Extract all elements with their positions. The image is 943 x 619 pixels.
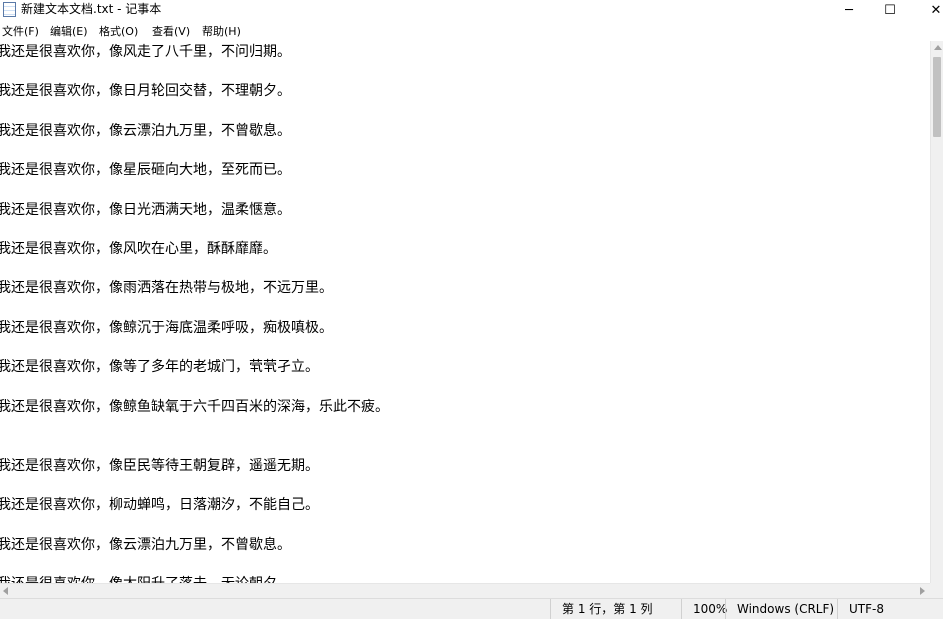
text-line: 我还是很喜欢你，像星辰砸向大地，至死而已。 xyxy=(0,160,291,180)
notepad-icon xyxy=(3,2,16,17)
text-line: 我还是很喜欢你，像雨洒落在热带与极地，不远万里。 xyxy=(0,278,333,298)
text-line: 我还是很喜欢你，像臣民等待王朝复辟，遥遥无期。 xyxy=(0,456,319,476)
minimize-icon: ─ xyxy=(845,3,853,18)
minimize-button[interactable]: ─ xyxy=(826,0,872,20)
scrollbar-corner xyxy=(930,583,943,598)
text-line: 我还是很喜欢你，像云漂泊九万里，不曾歇息。 xyxy=(0,535,291,555)
text-line: 我还是很喜欢你，柳动蝉鸣，日落潮汐，不能自己。 xyxy=(0,495,319,515)
menu-view[interactable]: 查看(V) xyxy=(151,25,191,39)
text-line: 我还是很喜欢你，像日月轮回交替，不理朝夕。 xyxy=(0,81,291,101)
scroll-up-icon[interactable] xyxy=(934,45,942,50)
text-line: 我还是很喜欢你，像风走了八千里，不问归期。 xyxy=(0,42,291,62)
text-line: 我还是很喜欢你，像日光洒满天地，温柔惬意。 xyxy=(0,200,291,220)
menu-file[interactable]: 文件(F) xyxy=(1,25,40,39)
status-bar: 第 1 行，第 1 列 100% Windows (CRLF) UTF-8 xyxy=(0,598,943,619)
maximize-button[interactable]: ☐ xyxy=(867,0,913,20)
text-line: 我还是很喜欢你，像太阳升了落去，无论朝夕。 xyxy=(0,574,291,583)
scroll-right-icon[interactable] xyxy=(920,587,925,595)
menu-edit[interactable]: 编辑(E) xyxy=(49,25,89,39)
text-line: 我还是很喜欢你，像鲸鱼缺氧于六千四百米的深海，乐此不疲。 xyxy=(0,397,389,417)
zoom-level: 100% xyxy=(681,599,725,619)
close-button[interactable]: ✕ xyxy=(913,0,943,20)
text-line: 我还是很喜欢你，像鲸沉于海底温柔呼吸，痴极嗔极。 xyxy=(0,318,333,338)
maximize-icon: ☐ xyxy=(884,3,896,18)
scroll-left-icon[interactable] xyxy=(3,587,8,595)
close-icon: ✕ xyxy=(931,3,942,18)
encoding: UTF-8 xyxy=(837,599,943,619)
text-line: 我还是很喜欢你，像云漂泊九万里，不曾歇息。 xyxy=(0,121,291,141)
menu-format[interactable]: 格式(O) xyxy=(98,25,139,39)
cursor-position: 第 1 行，第 1 列 xyxy=(550,599,682,619)
menu-bar: 文件(F) 编辑(E) 格式(O) 查看(V) 帮助(H) xyxy=(0,22,943,42)
vertical-scrollbar[interactable] xyxy=(930,41,943,583)
text-editor[interactable]: 我还是很喜欢你，像风走了八千里，不问归期。我还是很喜欢你，像日月轮回交替，不理朝… xyxy=(0,41,930,583)
text-line: 我还是很喜欢你，像风吹在心里，酥酥靡靡。 xyxy=(0,239,277,259)
horizontal-scrollbar[interactable] xyxy=(0,583,943,598)
menu-help[interactable]: 帮助(H) xyxy=(201,25,242,39)
window-title: 新建文本文档.txt - 记事本 xyxy=(21,2,161,17)
text-line: 我还是很喜欢你，像等了多年的老城门，茕茕孑立。 xyxy=(0,357,319,377)
vertical-scroll-thumb[interactable] xyxy=(933,57,941,137)
title-bar: 新建文本文档.txt - 记事本 ─ ☐ ✕ xyxy=(0,0,943,20)
line-ending: Windows (CRLF) xyxy=(725,599,837,619)
